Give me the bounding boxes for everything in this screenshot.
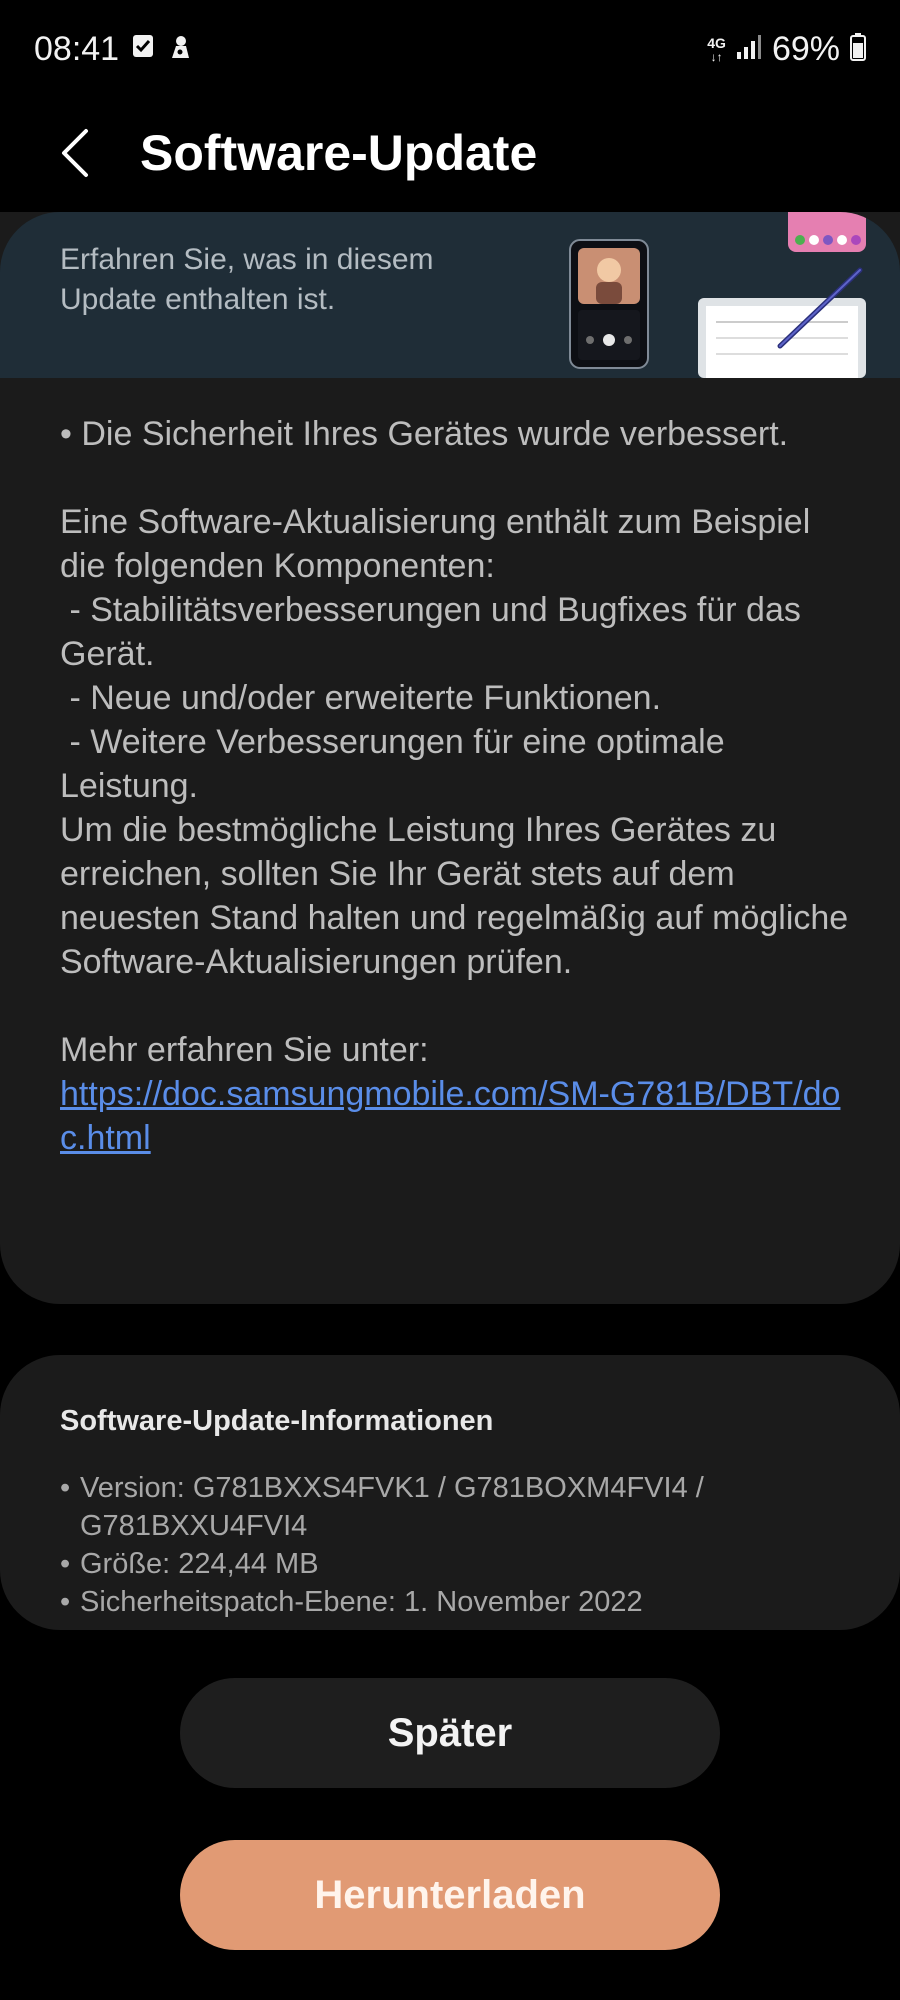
update-info-card: Software-Update-Informationen • Version: … [0, 1355, 900, 1630]
documentation-link[interactable]: https://doc.samsungmobile.com/SM-G781B/D… [60, 1075, 840, 1157]
device-illustration-icon [569, 212, 866, 378]
component-item: - Neue und/oder erweiterte Funktionen. [60, 679, 662, 717]
later-button[interactable]: Später [180, 1678, 720, 1788]
component-item: - Stabilitätsverbesserungen und Bugfixes… [60, 591, 811, 673]
version-value: Version: G781BXXS4FVK1 / G781BOXM4FVI4 /… [80, 1472, 704, 1542]
more-info-label: Mehr erfahren Sie unter: [60, 1031, 429, 1069]
components-intro: Eine Software-Aktualisierung enthält zum… [60, 503, 811, 585]
size-value: Größe: 224,44 MB [80, 1548, 319, 1580]
info-list: • Version: G781BXXS4FVK1 / G781BOXM4FVI4 … [60, 1469, 860, 1621]
battery-icon [850, 33, 866, 66]
info-title: Software-Update-Informationen [60, 1405, 494, 1437]
release-notes-card[interactable]: Erfahren Sie, was in diesem Update entha… [0, 212, 900, 1304]
app-header: Software-Update [0, 100, 900, 210]
info-item-security-patch: • Sicherheitspatch-Ebene: 1. November 202… [60, 1583, 860, 1621]
bot-notification-icon [168, 34, 192, 65]
security-patch-value: Sicherheitspatch-Ebene: 1. November 2022 [80, 1586, 643, 1618]
status-right: 4G ↓↑ 69% [707, 30, 866, 69]
chevron-left-icon [62, 129, 88, 177]
page-title: Software-Update [140, 125, 538, 181]
status-bar: 08:41 4G ↓↑ 69% [0, 0, 900, 100]
battery-percent: 69% [771, 30, 840, 68]
signal-icon [736, 34, 762, 65]
component-item: - Weitere Verbesserungen für eine optima… [60, 723, 735, 805]
checkbox-notification-icon [132, 34, 154, 63]
recommendation-text: Um die bestmögliche Leistung Ihres Gerät… [60, 811, 849, 981]
status-time: 08:41 [34, 30, 120, 68]
whats-new-banner[interactable]: Erfahren Sie, was in diesem Update entha… [0, 212, 900, 378]
download-button[interactable]: Herunterladen [180, 1840, 720, 1950]
network-4g-icon: 4G ↓↑ [707, 34, 726, 64]
info-item-version: • Version: G781BXXS4FVK1 / G781BOXM4FVI4 … [60, 1469, 860, 1545]
release-notes-text: • Die Sicherheit Ihres Gerätes wurde ver… [60, 412, 850, 1160]
info-item-size: • Größe: 224,44 MB [60, 1545, 860, 1583]
security-note: • Die Sicherheit Ihres Gerätes wurde ver… [60, 415, 789, 453]
banner-text: Erfahren Sie, was in diesem Update entha… [60, 243, 434, 316]
back-button[interactable] [40, 118, 110, 188]
